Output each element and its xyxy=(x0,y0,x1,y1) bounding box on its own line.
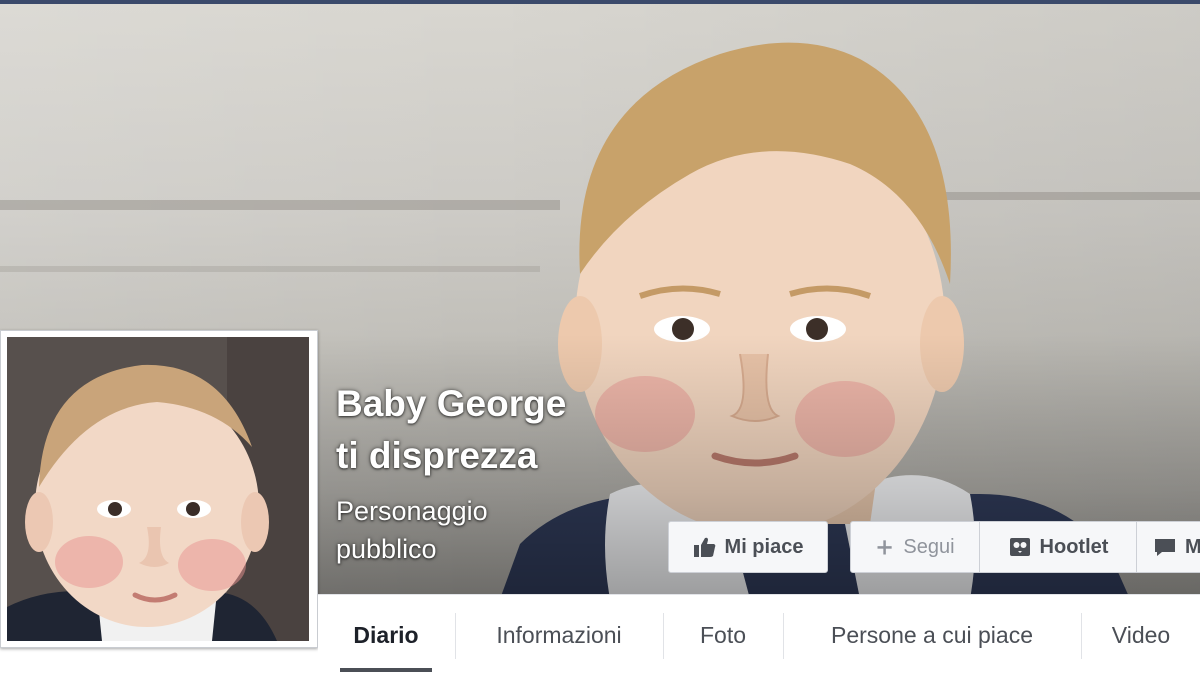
message-icon xyxy=(1155,539,1175,556)
tab-label: Foto xyxy=(699,622,747,648)
tab-label: Informazioni xyxy=(496,622,622,648)
wall-seam xyxy=(0,266,540,272)
profile-photo xyxy=(7,337,309,641)
wall-seam xyxy=(0,200,560,210)
tab-label: Video xyxy=(1111,622,1171,648)
facebook-page: Baby George ti disprezza Personaggio pub… xyxy=(0,0,1200,675)
profile-picture[interactable] xyxy=(0,330,318,648)
page-category-line1: Personaggio xyxy=(336,496,488,526)
hootlet-icon xyxy=(1009,538,1030,556)
follow-button-label: Segui xyxy=(903,535,955,558)
tab-informazioni[interactable]: Informazioni xyxy=(456,595,662,675)
page-tab-bar: Diario Informazioni Foto Persone a cui p… xyxy=(318,594,1200,675)
message-button-label: M xyxy=(1185,535,1200,558)
page-category: Personaggio pubblico xyxy=(336,492,576,568)
profile-baby-illustration xyxy=(7,337,309,641)
tab-persone-a-cui-piace[interactable]: Persone a cui piace xyxy=(784,595,1080,675)
page-title-line1: Baby George xyxy=(336,383,567,424)
tab-label: Diario xyxy=(353,622,419,648)
thumbs-up-icon xyxy=(693,537,715,557)
like-button[interactable]: Mi piace xyxy=(668,521,828,573)
plus-icon xyxy=(877,540,893,555)
tab-foto[interactable]: Foto xyxy=(664,595,782,675)
page-title[interactable]: Baby George ti disprezza xyxy=(336,378,636,482)
page-title-line2: ti disprezza xyxy=(336,435,538,476)
hootlet-button-label: Hootlet xyxy=(1039,535,1109,558)
like-button-label: Mi piace xyxy=(724,535,804,558)
tab-video[interactable]: Video xyxy=(1082,595,1200,675)
tab-label: Persone a cui piace xyxy=(830,622,1033,648)
tab-diario[interactable]: Diario xyxy=(318,595,454,675)
hootlet-button[interactable]: Hootlet xyxy=(979,521,1137,573)
message-button[interactable]: M xyxy=(1136,521,1200,573)
page-category-line2: pubblico xyxy=(336,534,437,564)
follow-button[interactable]: Segui xyxy=(850,521,980,573)
